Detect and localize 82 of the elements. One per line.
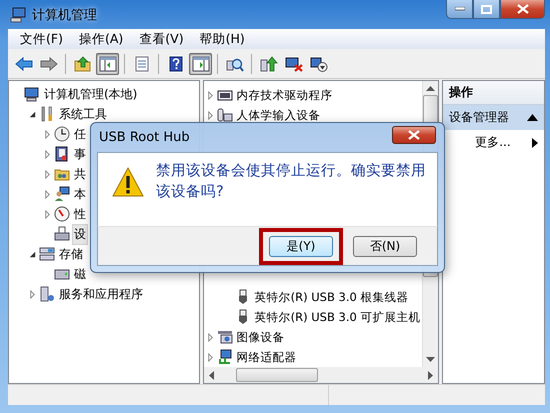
action-link[interactable]: 更多... — [475, 134, 511, 151]
tree-item[interactable]: 存储 — [57, 244, 85, 264]
close-button[interactable] — [392, 126, 436, 144]
device-category[interactable]: 人体学输入设备 — [234, 106, 323, 124]
collapse-icon[interactable] — [28, 110, 37, 118]
minimize-button[interactable] — [446, 0, 473, 19]
server-gear-icon — [39, 286, 55, 302]
actions-section[interactable]: 设备管理器 — [443, 105, 544, 130]
maximize-button[interactable] — [473, 0, 500, 19]
device-down-arrow-icon — [310, 56, 328, 72]
clock-icon — [54, 126, 70, 142]
expand-icon[interactable] — [43, 210, 52, 218]
computer-icon — [24, 86, 40, 102]
network-icon — [216, 349, 233, 365]
device-item[interactable]: 英特尔(R) USB 3.0 根集线器 — [252, 288, 410, 306]
device-up-arrow-icon — [260, 56, 278, 72]
tools-icon — [39, 106, 55, 122]
tree-item[interactable]: 共 — [72, 164, 88, 184]
expand-icon[interactable] — [43, 150, 52, 158]
menu-item[interactable]: 帮助(H) — [192, 30, 253, 48]
help-icon — [168, 56, 182, 72]
log-book-icon — [54, 146, 70, 162]
device-item[interactable]: 英特尔(R) USB 3.0 可扩展主机 — [252, 308, 422, 326]
collapse-icon — [527, 114, 538, 121]
toolbar-button[interactable] — [96, 52, 119, 74]
scroll-right-icon[interactable] — [428, 370, 434, 380]
tree-item[interactable]: 本 — [72, 184, 88, 204]
computer-icon — [10, 6, 26, 22]
menu-item[interactable]: 操作(A) — [70, 30, 132, 48]
expand-icon[interactable] — [43, 130, 52, 138]
pane-toggle-icon — [98, 56, 116, 72]
tree-item[interactable]: 磁 — [72, 264, 88, 284]
menu-item[interactable]: 查看(V) — [131, 30, 192, 48]
expand-icon[interactable] — [206, 352, 215, 362]
close-icon — [408, 130, 420, 140]
dialog-message: 禁用该设备会使其停止运行。确实要禁用该设备吗? — [156, 162, 427, 202]
pane-toggle-icon — [192, 56, 210, 72]
device-category[interactable]: 图像设备 — [234, 328, 287, 346]
printer-icon — [54, 226, 70, 242]
device-category[interactable]: 网络适配器 — [234, 348, 299, 366]
users-icon — [54, 186, 70, 202]
tree-item[interactable]: 事 — [72, 144, 88, 164]
storage-icon — [39, 246, 55, 262]
folder-up-icon — [74, 56, 92, 72]
expand-icon[interactable] — [28, 290, 37, 298]
close-icon — [516, 4, 528, 14]
actions-header: 操作 — [443, 81, 544, 105]
properties-icon — [134, 56, 150, 72]
tree-item[interactable]: 性 — [72, 204, 88, 224]
dialog-title: USB Root Hub — [98, 130, 190, 145]
close-button[interactable] — [500, 0, 545, 19]
back-arrow-icon — [14, 56, 32, 72]
input-device-icon — [216, 107, 233, 123]
tree-item[interactable]: 计算机管理(本地) — [42, 84, 140, 104]
expand-icon[interactable] — [206, 332, 215, 342]
device-category[interactable]: 内存技术驱动程序 — [234, 86, 335, 104]
tree-item[interactable]: 设 — [72, 224, 88, 244]
window-title: 计算机管理 — [32, 6, 97, 24]
scroll-down-icon[interactable] — [426, 357, 436, 362]
horizontal-scrollbar[interactable] — [204, 367, 438, 383]
expand-icon[interactable] — [206, 110, 215, 120]
gauge-icon — [54, 206, 70, 222]
menu-item[interactable]: 文件(F) — [12, 30, 71, 48]
scroll-up-icon[interactable] — [426, 86, 436, 91]
minimize-icon — [454, 7, 464, 11]
collapse-icon[interactable] — [28, 250, 37, 258]
scroll-left-icon[interactable] — [208, 370, 214, 380]
expand-icon[interactable] — [43, 170, 52, 178]
dialog-button[interactable]: 否(N) — [353, 236, 417, 256]
tree-item[interactable]: 服务和应用程序 — [57, 284, 145, 304]
device-cross-icon — [284, 56, 302, 72]
dialog-button[interactable]: 是(Y) — [269, 236, 333, 256]
warning-icon — [112, 167, 144, 197]
camera-icon — [216, 329, 233, 345]
tree-item[interactable]: 系统工具 — [57, 104, 109, 124]
expand-icon[interactable] — [43, 190, 52, 198]
tree-item[interactable]: 任 — [72, 124, 88, 144]
expand-icon[interactable] — [206, 90, 215, 100]
submenu-arrow-icon — [532, 138, 538, 148]
maximize-icon — [481, 4, 492, 14]
forward-arrow-icon — [40, 56, 58, 72]
toolbar-button[interactable] — [189, 52, 212, 74]
